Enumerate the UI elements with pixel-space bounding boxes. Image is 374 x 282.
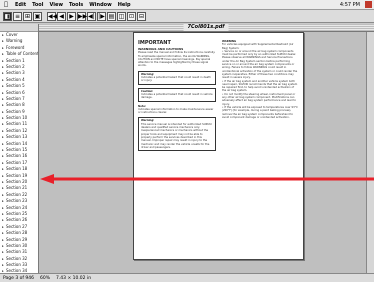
bookmark-label: Section 23 [6,198,28,204]
bookmark-label: Section 7 [6,95,25,101]
prev-page-button[interactable]: ◀ [57,11,66,21]
menu-tools[interactable]: Tools [66,2,86,8]
bookmark-label: Section 14 [6,140,28,146]
caution-box: Caution: Indicates a potential hazard th… [138,87,216,102]
airbag-bullet-1-text: Service on or around the air bag system … [222,49,298,80]
menu-bar:  Edit Tool View Tools Window Help 4:57 … [0,0,374,10]
bookmark-label: Section 2 [6,63,25,69]
facing-button[interactable]: ▣ [33,11,42,21]
bookmark-label: Table of Contents [6,51,39,57]
bookmark-label: Section 33 [6,262,28,268]
bookmark-label: Section 22 [6,191,28,197]
go-forward-button[interactable]: |▶ [97,11,106,21]
bookmark-label: Section 8 [6,102,25,108]
fit-width-button[interactable]: ⊡ [127,11,136,21]
airbag-bullet-4-text: If the vehicle will be exposed to temper… [222,105,298,119]
fit-page-button[interactable]: ◫ [117,11,126,21]
menu-edit[interactable]: Edit [12,2,29,8]
actual-size-button[interactable]: ▤ [107,11,116,21]
document-title: 7Col801s.pdf [183,24,229,31]
bookmark-label: Section 18 [6,166,28,172]
red-arrow-icon [40,174,374,184]
bookmark-label: Section 1 [6,57,25,63]
toggle-sidebar-button[interactable]: ◧ [3,11,12,21]
airbag-bullet-2: • If the air bag system and another vehi… [222,79,298,93]
bookmark-label: Section 32 [6,255,28,261]
go-back-button[interactable]: ◀| [87,11,96,21]
bookmark-label: Section 19 [6,172,28,178]
bookmark-label: Section 29 [6,236,28,242]
bookmark-label: Section 27 [6,223,28,229]
airbag-bullet-3-text: Do not modify the steering wheel, instru… [222,92,296,106]
bookmark-label: Cover [6,32,18,37]
bookmark-label: Section 13 [6,134,28,140]
airbag-bullet-4: • If the vehicle will be exposed to temp… [222,105,298,119]
bookmark-label: Section 3 [6,70,25,76]
single-page-button[interactable]: ≡ [13,11,22,21]
bookmark-label: Foreword [6,44,25,50]
page-size: 7.43 × 10.02 in [56,275,92,281]
bookmark-label: Section 15 [6,147,28,153]
left-intro: Please read the manual and follow its in… [138,51,216,68]
bookmark-label: Section 9 [6,108,25,114]
bookmark-list: ▸ Cover ▸ Warning ▸ Foreword ▸ Table of Content… [0,32,38,273]
first-page-button[interactable]: ◀◀ [47,11,57,21]
bookmark-label: Section 21 [6,185,28,191]
bookmark-label: Section 28 [6,230,28,236]
bookmark-label: Section 26 [6,217,28,223]
bookmark-label: Section 11 [6,121,28,127]
right-intro: For vehicles equipped with Supplemental … [222,43,294,50]
service-warning-box: Warning: This service manual is intended… [138,117,216,152]
service-warning-text: This service manual is intended for auth… [141,122,212,149]
fit-visible-button[interactable]: ⊟ [137,11,146,21]
note-text: Indicates special information to make ma… [138,107,214,115]
continuous-button[interactable]: ⊞ [23,11,32,21]
toolbar: ◧ ≡ ⊞ ▣ ◀◀ ◀ ▶ ▶▶ ◀| |▶ ▤ ◫ ⊡ ⊟ [0,10,374,23]
menu-tool[interactable]: Tool [29,2,46,8]
bookmark-label: Section 10 [6,115,28,121]
next-page-button[interactable]: ▶ [67,11,76,21]
bookmark-label: Section 31 [6,249,28,255]
bookmark-label: Section 30 [6,242,28,248]
menu-window[interactable]: Window [86,2,114,8]
menu-help[interactable]: Help [115,2,134,8]
zoom-level[interactable]: 60% [37,276,53,281]
airbag-bullet-2-text: If the air bag system and another vehicl… [222,79,298,93]
bookmarks-panel: ▸ Cover ▸ Warning ▸ Foreword ▸ Table of Content… [0,24,39,273]
pdf-page: IMPORTANT WARNINGS AND CAUTIONS Please r… [133,32,304,260]
bookmark-label: Section 5 [6,83,25,89]
document-title-bar[interactable]: 7Col801s.pdf [38,24,374,32]
warning-text: Indicates a potential hazard that could … [141,76,211,83]
bookmark-label: Section 24 [6,204,28,210]
bookmarks-tab[interactable] [0,24,38,32]
bookmark-label: Section 25 [6,210,28,216]
airbag-bullet-3: • Do not modify the steering wheel, inst… [222,92,296,106]
bookmark-label: Section 4 [6,76,25,82]
right-column: WARNING For vehicles equipped with Suppl… [222,40,298,119]
bookmark-label: Warning [6,38,23,44]
menu-view[interactable]: View [46,2,66,8]
caution-text: Indicates a potential hazard that could … [141,92,213,100]
apple-menu-icon[interactable]:  [0,1,12,8]
bookmark-label: Section 20 [6,178,28,184]
vertical-scrollbar[interactable] [366,32,374,273]
page-number-display[interactable]: Page 3 of 946 [0,276,37,281]
bookmark-label: Section 12 [6,127,28,133]
application-icon[interactable] [365,1,372,8]
page-title: IMPORTANT [138,40,171,46]
bookmark-label: Section 6 [6,89,25,95]
bookmark-label: Section 16 [6,153,28,159]
left-column: IMPORTANT WARNINGS AND CAUTIONS Please r… [138,40,216,154]
document-canvas[interactable]: IMPORTANT WARNINGS AND CAUTIONS Please r… [39,32,374,273]
airbag-bullet-1: • Service on or around the air bag syste… [222,49,298,80]
warning-box: Warning: Indicates a potential hazard th… [138,70,216,85]
bookmark-label: Section 17 [6,159,28,165]
last-page-button[interactable]: ▶▶ [77,11,87,21]
